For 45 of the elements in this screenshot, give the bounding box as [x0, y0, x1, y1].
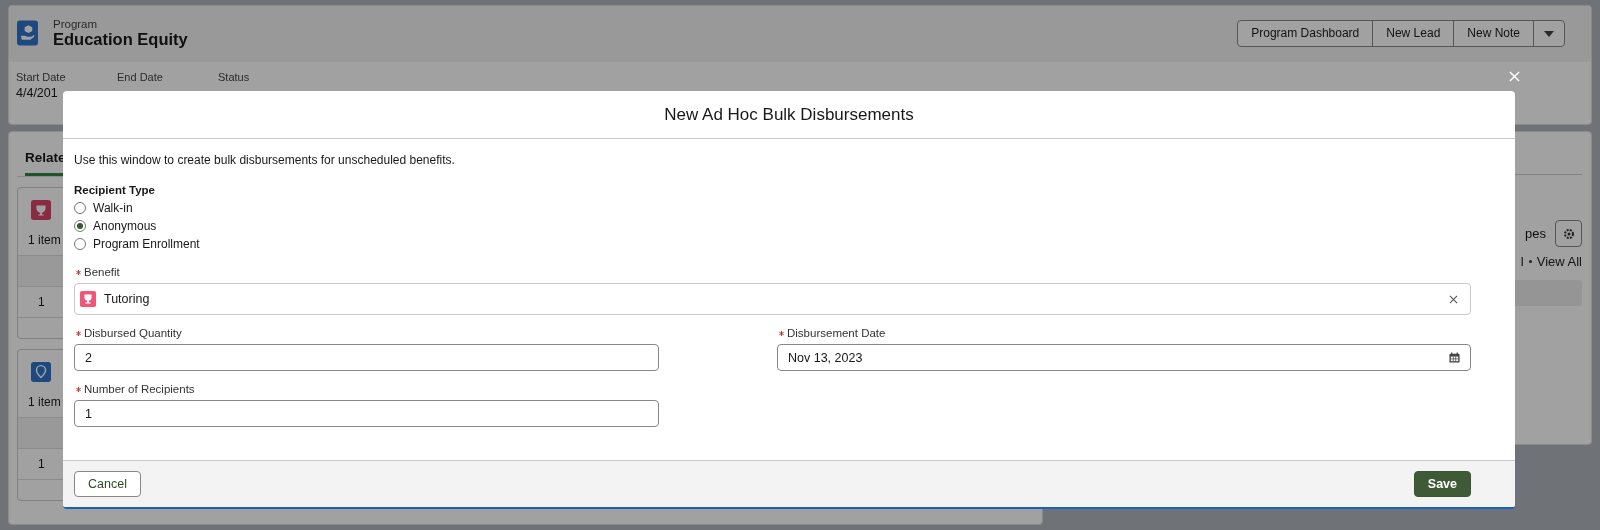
- input-field[interactable]: 1: [74, 400, 659, 427]
- action-button[interactable]: New Note: [1453, 19, 1534, 47]
- calendar-icon[interactable]: [1449, 352, 1460, 363]
- lookup-value: Tutoring: [104, 292, 150, 306]
- hand-box-icon: [17, 20, 38, 46]
- gear-icon: [1561, 226, 1576, 241]
- field-label: Number of Recipients: [84, 383, 195, 395]
- more-actions-button[interactable]: [1533, 19, 1565, 47]
- row-number: 1: [37, 457, 45, 471]
- close-icon[interactable]: [1509, 71, 1520, 82]
- lookup-field[interactable]: Tutoring: [74, 283, 1471, 315]
- field-label: Benefit: [84, 266, 120, 278]
- intro-text: Use this window to create bulk disbursements for unscheduled benefits.: [74, 153, 456, 167]
- trophy-icon: [80, 291, 96, 307]
- highlight-label: End Date: [117, 71, 164, 83]
- group-label: Recipient Type: [74, 184, 156, 196]
- clear-icon[interactable]: [1449, 294, 1458, 304]
- field-label: Disbursement Date: [787, 327, 886, 339]
- side-panel-text: pes: [1525, 226, 1546, 241]
- highlight-label: Start Date: [16, 71, 67, 83]
- field-label: Disbursed Quantity: [84, 327, 182, 339]
- record-title: Education Equity: [53, 29, 188, 49]
- date-field[interactable]: Nov 13, 2023: [777, 344, 1471, 371]
- item-count: 1 item: [27, 394, 61, 411]
- item-count: 1 item: [27, 232, 61, 249]
- cancel-button[interactable]: Cancel: [74, 471, 141, 497]
- radio-label: Program Enrollment: [93, 237, 200, 251]
- side-link[interactable]: View All: [1536, 254, 1582, 269]
- pin-icon: [31, 362, 51, 382]
- save-button[interactable]: Save: [1413, 471, 1471, 497]
- action-button[interactable]: Program Dashboard: [1237, 19, 1374, 47]
- caret-icon: [1544, 31, 1554, 37]
- separator-dot: [1528, 260, 1532, 263]
- radio-label: Anonymous: [93, 219, 157, 233]
- highlight-label: Status: [218, 71, 251, 83]
- trophy-icon: [31, 200, 51, 220]
- highlight-value: 4/4/201: [16, 86, 59, 100]
- radio-label: Walk-in: [93, 201, 133, 215]
- settings-button[interactable]: [1555, 220, 1582, 247]
- side-link[interactable]: l: [1520, 254, 1524, 269]
- action-button[interactable]: New Lead: [1372, 19, 1455, 47]
- row-number: 1: [37, 295, 45, 309]
- modal-title: New Ad Hoc Bulk Disbursements: [664, 104, 914, 125]
- input-field[interactable]: 2: [74, 344, 659, 371]
- object-label: Program: [53, 17, 99, 30]
